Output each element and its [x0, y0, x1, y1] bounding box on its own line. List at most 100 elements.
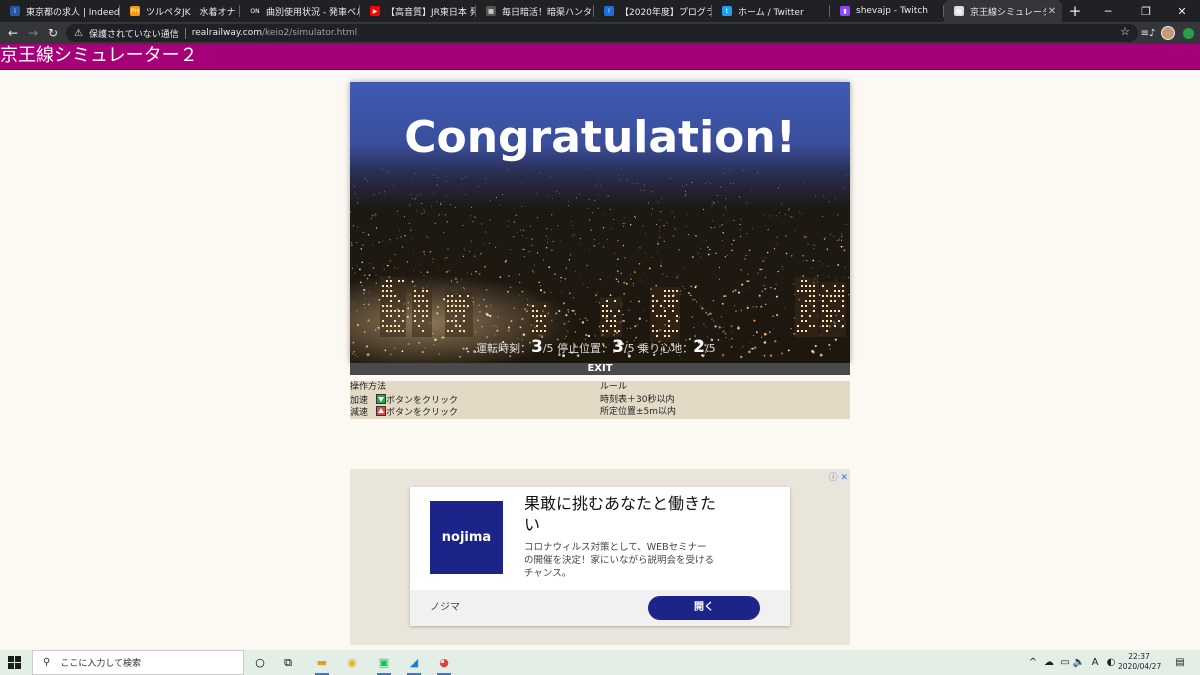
minimize-button[interactable]: ─: [1090, 0, 1126, 22]
tab-favicon-icon: ▦: [486, 6, 496, 16]
clock-time: 22:37: [1128, 652, 1150, 661]
back-icon[interactable]: ←: [4, 22, 22, 44]
instructions-column: 操作方法 加速 ボタンをクリック 減速 ボタンをクリック: [350, 381, 458, 419]
url-path: /keio2/simulator.html: [261, 28, 358, 38]
rule-timetable: 時刻表＋30秒以内: [600, 394, 675, 405]
file-explorer-icon[interactable]: ▬: [312, 653, 332, 675]
task-view-icon[interactable]: ⧉: [278, 653, 298, 672]
close-tab-icon[interactable]: ✕: [1046, 6, 1058, 17]
show-hidden-icons-icon[interactable]: ^: [1026, 655, 1040, 670]
tab-favicon-icon: PH: [130, 6, 140, 16]
browser-tab[interactable]: ▮ shevajp - Twitch: [830, 0, 944, 22]
browser-tab[interactable]: i 東京都の求人 | Indeed (イ: [0, 0, 120, 22]
decelerate-row: 減速 ボタンをクリック: [350, 406, 458, 419]
adchoices-icon[interactable]: ⓘ ✕: [829, 470, 848, 483]
new-tab-button[interactable]: +: [1066, 0, 1084, 22]
rules-column: ルール 時刻表＋30秒以内 所定位置±5m以内: [600, 381, 676, 419]
line-app-icon[interactable]: ▣: [374, 653, 394, 675]
congratulation-heading: Congratulation!: [404, 112, 796, 163]
accelerate-instruction: ボタンをクリック: [386, 395, 459, 406]
page-title: 京王線シミュレーター２: [0, 45, 198, 66]
ad-open-button[interactable]: 開く: [648, 596, 760, 620]
cortana-icon[interactable]: ○: [250, 653, 270, 672]
ad-headline[interactable]: 果敢に挑むあなたと働きたい: [524, 493, 724, 535]
taskbar-search-input[interactable]: ⚲ ここに入力して検索: [32, 650, 244, 675]
warning-icon: ⚠: [74, 27, 83, 39]
exit-button[interactable]: EXIT: [350, 363, 850, 375]
taskbar-clock[interactable]: 22:37 2020/04/27: [1118, 652, 1162, 672]
score-comfort-value: 2: [693, 337, 705, 357]
ad-card[interactable]: nojima 果敢に挑むあなたと働きたい コロナウィルス対策として、WEBセミナ…: [410, 487, 790, 626]
decelerate-label: 減速: [350, 408, 369, 418]
tab-favicon-icon: i: [10, 6, 20, 16]
notification-icon[interactable]: ▤: [1172, 655, 1188, 670]
tab-title: ホーム / Twitter: [738, 7, 804, 18]
tab-title: 【高音質】JR東日本 発: [386, 7, 476, 18]
address-bar[interactable]: ⚠ 保護されていない通信 realrailway.com/keio2/simul…: [66, 24, 1138, 42]
close-window-button[interactable]: ✕: [1164, 0, 1200, 22]
vscode-icon[interactable]: ◢: [404, 653, 424, 675]
score-comfort-max: /5: [704, 342, 716, 355]
security-label: 保護されていない通信: [88, 29, 179, 40]
tab-title: shevajp - Twitch: [856, 6, 929, 16]
ad-body: コロナウィルス対策として、WEBセミナーの開催を決定！家にいながら説明会を受ける…: [524, 542, 715, 579]
ime-icon[interactable]: ◐: [1104, 655, 1118, 670]
meet-now-icon[interactable]: ▭: [1058, 655, 1072, 670]
score-time-value: 3: [531, 337, 543, 357]
score-time-max: /5: [542, 342, 554, 355]
browser-tab[interactable]: ON 曲別使用状況 - 発車ベル: [240, 0, 360, 22]
tab-favicon-icon: !: [604, 6, 614, 16]
advertiser-logo[interactable]: nojima: [430, 501, 503, 574]
decelerate-arrow-icon[interactable]: [376, 406, 387, 416]
score-stop-value: 3: [612, 337, 624, 357]
language-icon[interactable]: A: [1088, 655, 1102, 670]
ad-footer: ノジマ 開く: [410, 590, 790, 626]
norton-icon[interactable]: ◉: [342, 653, 362, 672]
rule-stop-position: 所定位置±5m以内: [600, 407, 677, 417]
score-stop-max: /5: [623, 342, 635, 355]
volume-icon[interactable]: 🔈: [1072, 655, 1086, 670]
tab-title: ツルペタJK 水着オナ - P: [146, 7, 240, 18]
windows-taskbar: ⚲ ここに入力して検索 ○ ⧉ ▬ ◉ ▣ ◢ ◕ ^ ☁ ▭ 🔈 A ◐ 22…: [0, 650, 1200, 675]
profile-avatar[interactable]: [1158, 22, 1178, 44]
ad-advertiser-name: ノジマ: [430, 602, 460, 613]
advertiser-logo-text: nojima: [441, 530, 492, 545]
onedrive-icon[interactable]: ☁: [1042, 655, 1056, 670]
tab-favicon-icon: ▦: [954, 6, 964, 16]
url-domain: realrailway.com: [191, 28, 262, 38]
browser-tab[interactable]: ▦ 毎日暗活！暗渠ハンター: [476, 0, 594, 22]
tab-favicon-icon: t: [722, 6, 732, 16]
tab-title: 曲別使用状況 - 発車ベル: [266, 7, 360, 18]
accelerate-arrow-icon[interactable]: [376, 393, 387, 404]
forward-icon[interactable]: →: [24, 22, 42, 44]
tab-favicon-icon: ▶: [370, 6, 380, 16]
browser-tab[interactable]: PH ツルペタJK 水着オナ - P: [120, 0, 240, 22]
browser-tab-strip: i 東京都の求人 | Indeed (イ PH ツルペタJK 水着オナ - P ON 曲別…: [0, 0, 1200, 22]
info-panel: 操作方法 加速 ボタンをクリック 減速 ボタンをクリック ルール 時刻表＋30秒以内…: [350, 381, 850, 419]
score-line: 運転時刻：3/5 停止位置：3/5 乗り心地：2/5: [350, 337, 850, 357]
score-time-label: 運転時刻：: [476, 342, 531, 355]
decelerate-instruction: ボタンをクリック: [386, 408, 459, 418]
clock-date: 2020/04/27: [1118, 662, 1162, 671]
reload-icon[interactable]: ↻: [44, 22, 62, 44]
browser-tab[interactable]: t ホーム / Twitter: [712, 0, 830, 22]
simulator-screen[interactable]: Congratulation! 運転時刻：3/5 停止位置：3/5 乗り心地：2…: [350, 82, 850, 363]
browser-tab[interactable]: ! 【2020年度】プログラミング: [594, 0, 712, 22]
tab-favicon-icon: ▮: [840, 6, 850, 16]
browser-tab[interactable]: ▦ 京王線シミュレーター２✕: [944, 0, 1062, 22]
restore-button[interactable]: ❐: [1128, 0, 1164, 22]
site-header: 京王線シミュレーター２: [0, 44, 1200, 70]
tab-title: 東京都の求人 | Indeed (イ: [26, 7, 120, 18]
bookmark-star-icon[interactable]: ☆: [1120, 25, 1130, 38]
chrome-icon[interactable]: ◕: [434, 653, 454, 675]
score-stop-label: 停止位置：: [557, 342, 613, 355]
windows-start-icon[interactable]: [8, 656, 21, 669]
rules-header: ルール: [600, 382, 628, 392]
media-control-icon[interactable]: ≡♪: [1138, 22, 1158, 44]
tab-favicon-icon: ON: [250, 6, 260, 16]
browser-toolbar: ← → ↻ ⚠ 保護されていない通信 realrailway.com/keio2…: [0, 22, 1200, 44]
extension-icon[interactable]: [1178, 22, 1198, 44]
advertisement: ⓘ ✕ nojima 果敢に挑むあなたと働きたい コロナウィルス対策として、WE…: [350, 469, 850, 645]
accelerate-label: 加速: [350, 395, 369, 406]
browser-tab[interactable]: ▶ 【高音質】JR東日本 発: [360, 0, 476, 22]
